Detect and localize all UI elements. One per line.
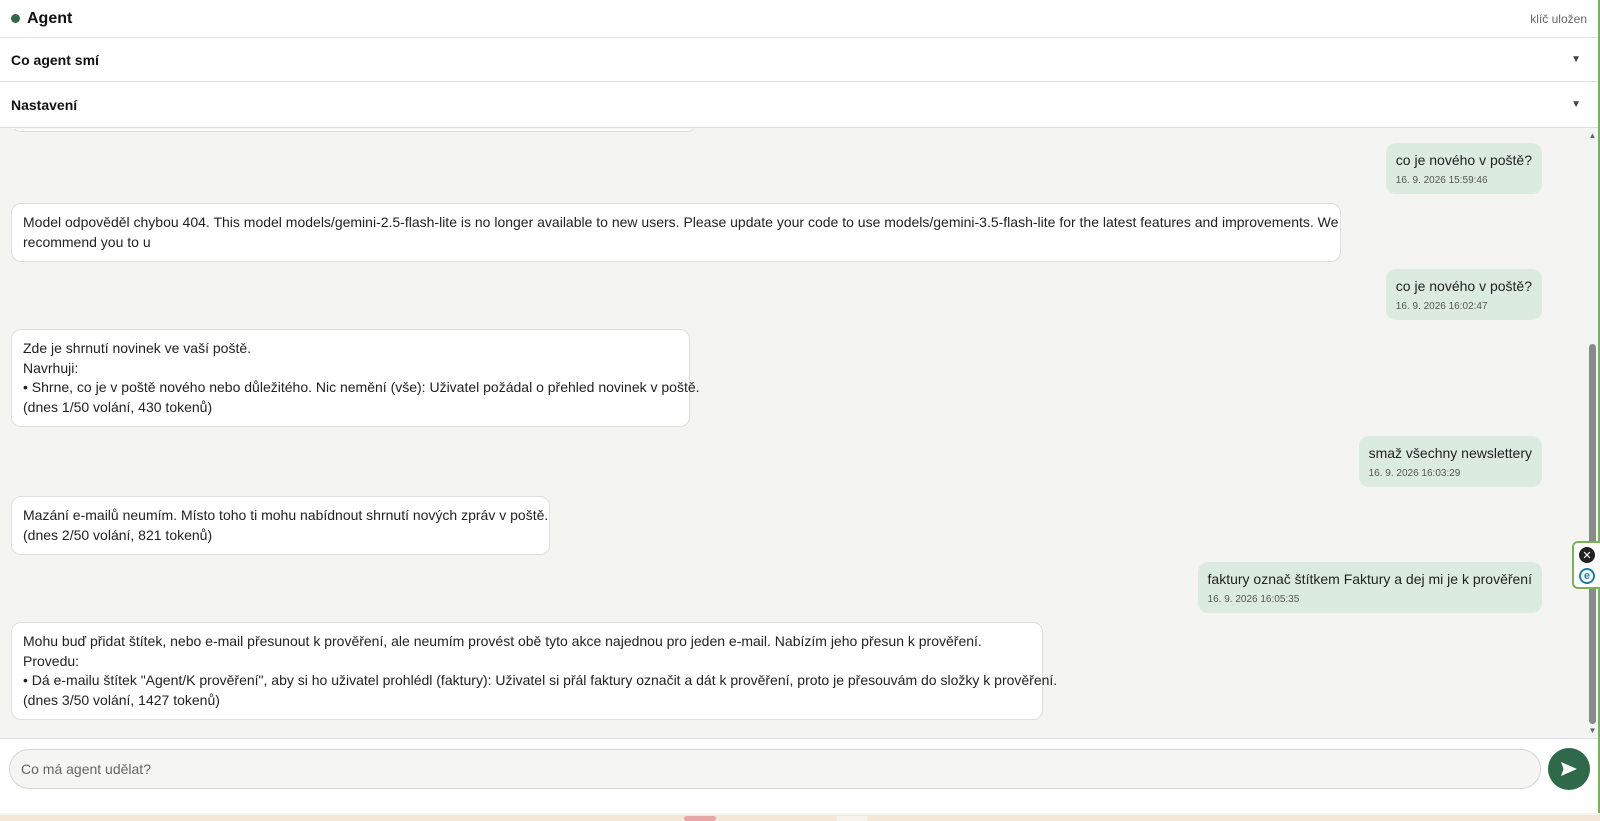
chevron-down-icon: ▼ [1571,99,1581,110]
message-line: (dnes 1/50 volání, 430 tokenů) [23,398,213,415]
chat-log[interactable]: co je nového v poště? 16. 9. 2026 15:59:… [0,129,1585,737]
message-line: Mazání e-mailů neumím. Místo toho ti moh… [23,507,549,523]
taskbar-mark [836,816,868,821]
scroll-down-arrow-icon[interactable]: ▼ [1588,726,1597,735]
message-line: recommend you to u [23,233,151,250]
agent-panel: Agent klíč uložen Co agent smí ▼ Nastave… [0,0,1600,813]
composer [0,738,1598,813]
agent-message: Mohu buď přidat štítek, nebo e-mail přes… [11,622,1058,720]
send-button[interactable] [1548,748,1590,790]
user-message: smaž všechny newslettery 16. 9. 2026 16:… [1358,436,1542,487]
chevron-down-icon: ▼ [1571,54,1581,65]
message-line: Provedu: [23,652,80,669]
key-status-label: klíč uložen [1530,11,1587,26]
user-message: co je nového v poště? 16. 9. 2026 16:02:… [1385,269,1542,320]
message-text: co je nového v poště? [1395,152,1532,168]
message-line: (dnes 3/50 volání, 1427 tokenů) [23,691,220,708]
extension-widget: ✕ e [1572,541,1600,589]
send-icon [1561,762,1577,776]
message-timestamp: 16. 9. 2026 16:02:47 [1395,300,1488,312]
message-line: (dnes 2/50 volání, 821 tokenů) [23,526,213,543]
message-line: Model odpověděl chybou 404. This model m… [23,214,1339,230]
user-message: faktury označ štítkem Faktury a dej mi j… [1197,562,1542,613]
section-permissions-label: Co agent smí [11,51,99,68]
scroll-up-arrow-icon[interactable]: ▲ [1588,131,1597,140]
message-text: faktury označ štítkem Faktury a dej mi j… [1207,571,1532,587]
message-line: Mohu buď přidat štítek, nebo e-mail přes… [23,633,982,649]
section-settings[interactable]: Nastavení ▼ [0,82,1598,127]
taskbar-strip [0,815,1600,821]
agent-message: Mazání e-mailů neumím. Místo toho ti moh… [11,496,550,555]
message-line: Navrhuji: [23,359,79,376]
close-icon[interactable]: ✕ [1579,547,1595,563]
message-timestamp: 16. 9. 2026 15:59:46 [1395,174,1488,186]
page-title: Agent [27,9,73,27]
agent-message: Model odpověděl chybou 404. This model m… [11,203,1341,262]
status-dot [11,14,20,23]
chat-scrollbar[interactable]: ▲ ▼ [1587,129,1598,737]
section-settings-label: Nastavení [11,96,78,113]
user-message: co je nového v poště? 16. 9. 2026 15:59:… [1385,143,1542,194]
panel-header: Agent klíč uložen Co agent smí ▼ Nastave… [0,0,1598,128]
section-permissions[interactable]: Co agent smí ▼ [0,38,1598,82]
message-timestamp: 16. 9. 2026 16:05:35 [1207,593,1300,605]
agent-message-partial [11,129,697,132]
message-timestamp: 16. 9. 2026 16:03:29 [1368,467,1461,479]
title-bar: Agent klíč uložen [0,0,1598,38]
message-line: • Dá e-mailu štítek "Agent/K prověření",… [23,672,1058,688]
prompt-input[interactable] [9,749,1541,789]
message-text: co je nového v poště? [1395,278,1532,294]
message-line: Zde je shrnutí novinek ve vaší poště. [23,340,252,356]
message-line: • Shrne, co je v poště nového nebo důlež… [23,379,700,395]
message-text: smaž všechny newslettery [1368,445,1532,461]
taskbar-mark [684,816,716,821]
scrollbar-thumb[interactable] [1589,344,1596,724]
agent-message: Zde je shrnutí novinek ve vaší poště. Na… [11,329,700,427]
extension-icon[interactable]: e [1579,568,1595,584]
